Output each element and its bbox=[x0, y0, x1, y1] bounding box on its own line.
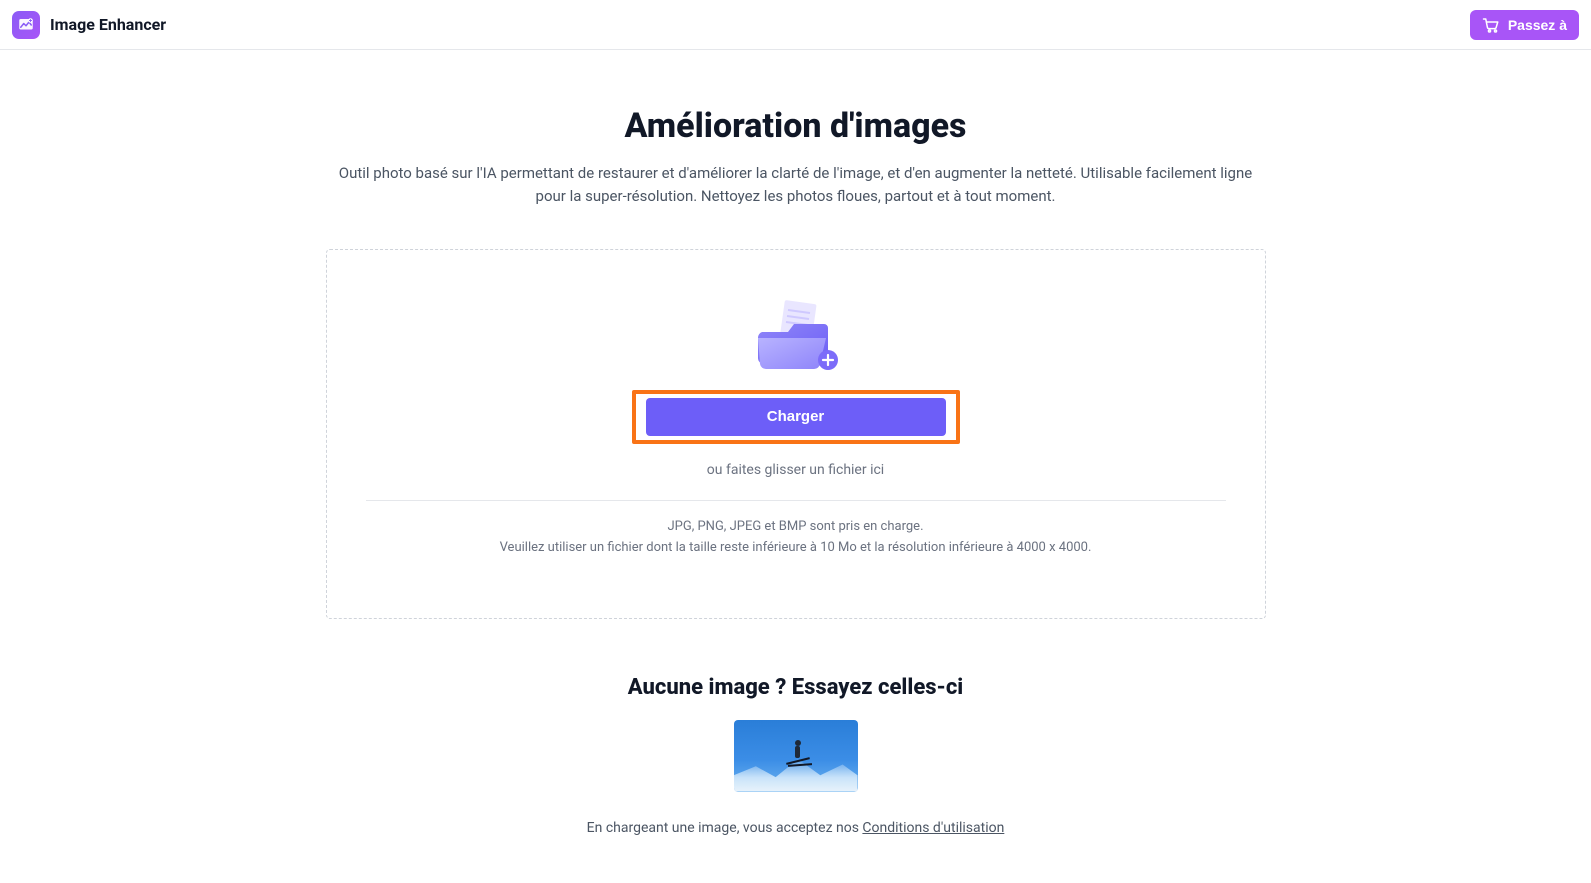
app-title: Image Enhancer bbox=[50, 15, 166, 34]
terms-link[interactable]: Conditions d'utilisation bbox=[862, 820, 1004, 836]
sample-image-skier[interactable] bbox=[734, 720, 858, 792]
file-limits: Veuillez utiliser un fichier dont la tai… bbox=[500, 540, 1092, 555]
supported-formats: JPG, PNG, JPEG et BMP sont pris en charg… bbox=[667, 519, 923, 534]
skier-graphic bbox=[786, 740, 808, 770]
upgrade-label: Passez à bbox=[1508, 17, 1567, 33]
brand: Image Enhancer bbox=[12, 11, 166, 39]
page-title: Amélioration d'images bbox=[316, 106, 1276, 146]
samples-title: Aucune image ? Essayez celles-ci bbox=[316, 675, 1276, 700]
drag-hint: ou faites glisser un fichier ici bbox=[707, 462, 884, 478]
terms-line: En chargeant une image, vous acceptez no… bbox=[316, 820, 1276, 836]
cart-icon bbox=[1482, 17, 1500, 33]
upgrade-button[interactable]: Passez à bbox=[1470, 10, 1579, 40]
folder-upload-icon bbox=[748, 298, 844, 378]
upload-button-highlight: Charger bbox=[632, 390, 960, 444]
main-content: Amélioration d'images Outil photo basé s… bbox=[316, 50, 1276, 836]
app-logo-icon bbox=[12, 11, 40, 39]
app-header: Image Enhancer Passez à bbox=[0, 0, 1591, 50]
divider bbox=[366, 500, 1226, 501]
page-subtitle: Outil photo basé sur l'IA permettant de … bbox=[336, 162, 1256, 209]
upload-dropzone[interactable]: Charger ou faites glisser un fichier ici… bbox=[326, 249, 1266, 619]
terms-prefix: En chargeant une image, vous acceptez no… bbox=[587, 820, 863, 836]
upload-button[interactable]: Charger bbox=[646, 398, 946, 436]
